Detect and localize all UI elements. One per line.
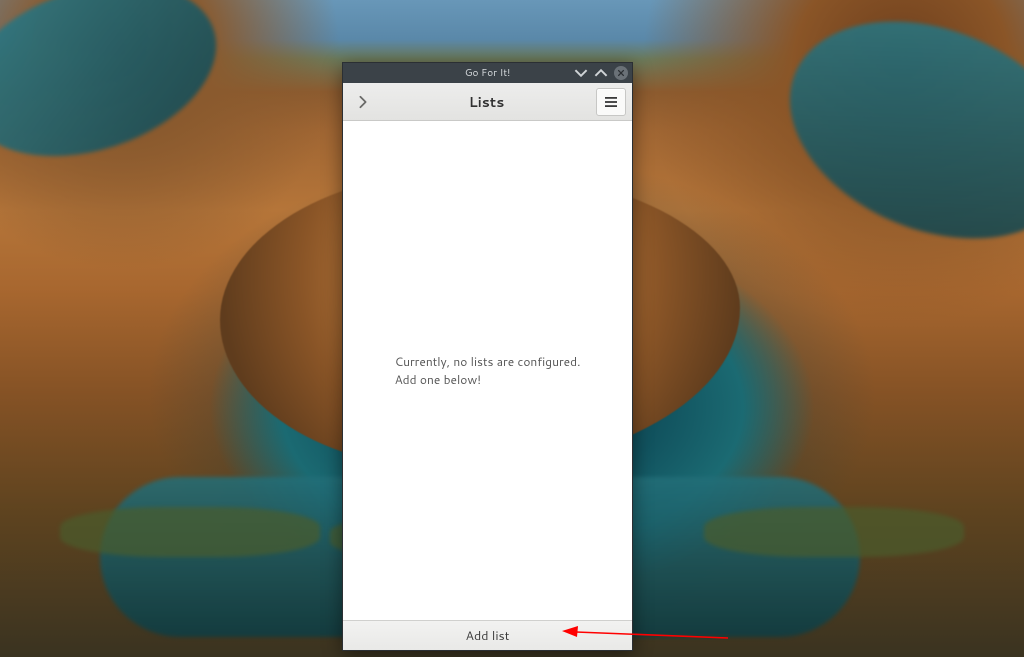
empty-state-message: Currently, no lists are configured. Add … xyxy=(395,353,581,389)
empty-state-line1: Currently, no lists are configured. xyxy=(395,353,581,371)
page-title: Lists xyxy=(383,92,590,112)
add-list-button[interactable]: Add list xyxy=(343,620,632,650)
wallpaper-decor xyxy=(704,507,964,557)
desktop-wallpaper: Go For It! Lists xyxy=(0,0,1024,657)
window-title: Go For It! xyxy=(465,66,511,80)
header-bar: Lists xyxy=(343,83,632,121)
chevron-down-icon xyxy=(574,66,588,80)
app-window: Go For It! Lists xyxy=(342,62,633,651)
menu-button[interactable] xyxy=(596,88,626,116)
chevron-up-icon xyxy=(594,66,608,80)
wallpaper-decor xyxy=(0,0,238,186)
add-list-label: Add list xyxy=(466,627,510,645)
window-titlebar[interactable]: Go For It! xyxy=(343,63,632,83)
content-area: Currently, no lists are configured. Add … xyxy=(343,121,632,620)
window-minimize-button[interactable] xyxy=(574,66,588,80)
close-icon xyxy=(617,69,625,77)
window-controls xyxy=(574,63,628,83)
empty-state-line2: Add one below! xyxy=(395,371,581,389)
wallpaper-decor xyxy=(60,507,320,557)
back-button[interactable] xyxy=(349,88,377,116)
hamburger-icon xyxy=(604,96,618,108)
wallpaper-decor xyxy=(757,0,1024,279)
window-close-button[interactable] xyxy=(614,66,628,80)
chevron-right-icon xyxy=(356,95,370,109)
window-maximize-button[interactable] xyxy=(594,66,608,80)
